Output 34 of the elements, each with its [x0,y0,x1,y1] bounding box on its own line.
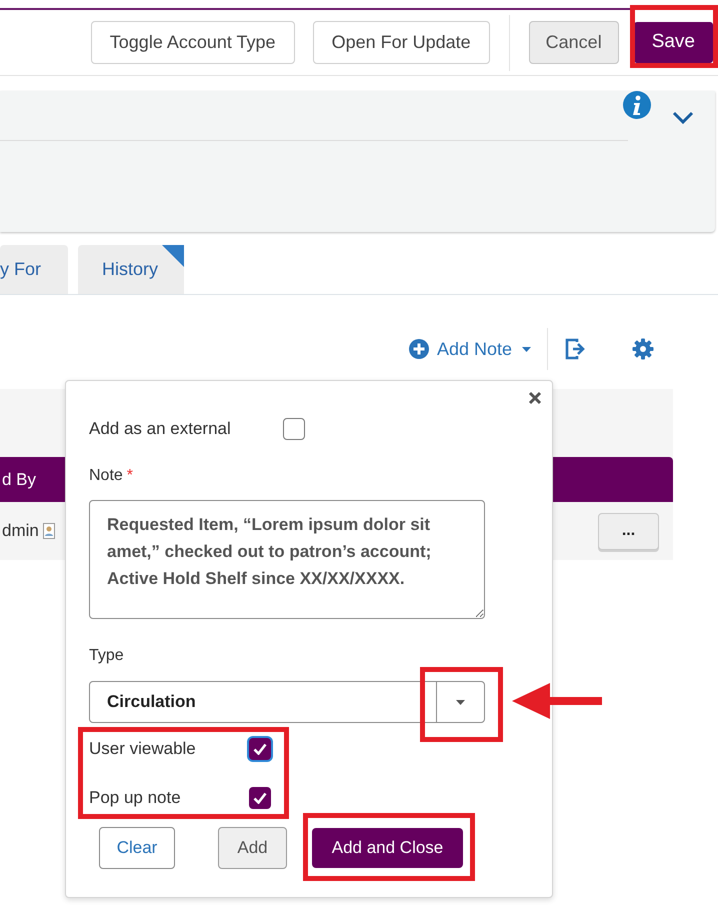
checkbox-label: Add as an external [89,418,232,440]
checkbox-label: User viewable [89,738,197,760]
type-label: Type [89,646,125,666]
table-cell-text: dmin [1,520,39,542]
type-select[interactable]: Circulation [89,681,485,723]
save-button[interactable]: Save [634,22,713,63]
chevron-down-icon[interactable] [672,111,694,125]
open-for-update-button[interactable]: Open For Update [312,21,490,64]
more-button[interactable]: ... [598,512,659,550]
checkmark-icon [253,743,267,755]
checkbox-label: Pop up note [89,787,182,810]
note-label: Note [89,466,123,486]
plus-circle-icon [408,339,429,359]
caret-icon[interactable] [456,700,465,704]
column-header: d By [1,468,36,491]
checkbox[interactable] [249,787,271,809]
clear-button[interactable]: Clear [99,827,175,869]
user-icon [42,523,55,539]
cancel-button[interactable]: Cancel [528,21,619,64]
close-icon[interactable] [528,391,542,405]
caret-icon [522,346,531,352]
tab[interactable]: y For [0,245,68,294]
toggle-account-type-button[interactable]: Toggle Account Type [90,21,295,64]
corner-flag-icon [162,245,184,267]
add-button[interactable]: Add [218,827,287,869]
add-and-close-button[interactable]: Add and Close [312,828,463,868]
add-note-button[interactable]: Add Note [408,336,531,362]
tab[interactable]: History [78,245,184,294]
checkbox[interactable] [249,738,271,760]
checkbox[interactable] [283,418,305,440]
checkmark-icon [253,792,267,804]
required-mark: * [126,466,134,486]
info-icon[interactable] [622,90,652,120]
note-textarea[interactable]: Requested Item, “Lorem ipsum dolor sit amet,” checked out to patron’s account; Active Hold Shelf since XX/XX/XXXX. [89,500,485,619]
